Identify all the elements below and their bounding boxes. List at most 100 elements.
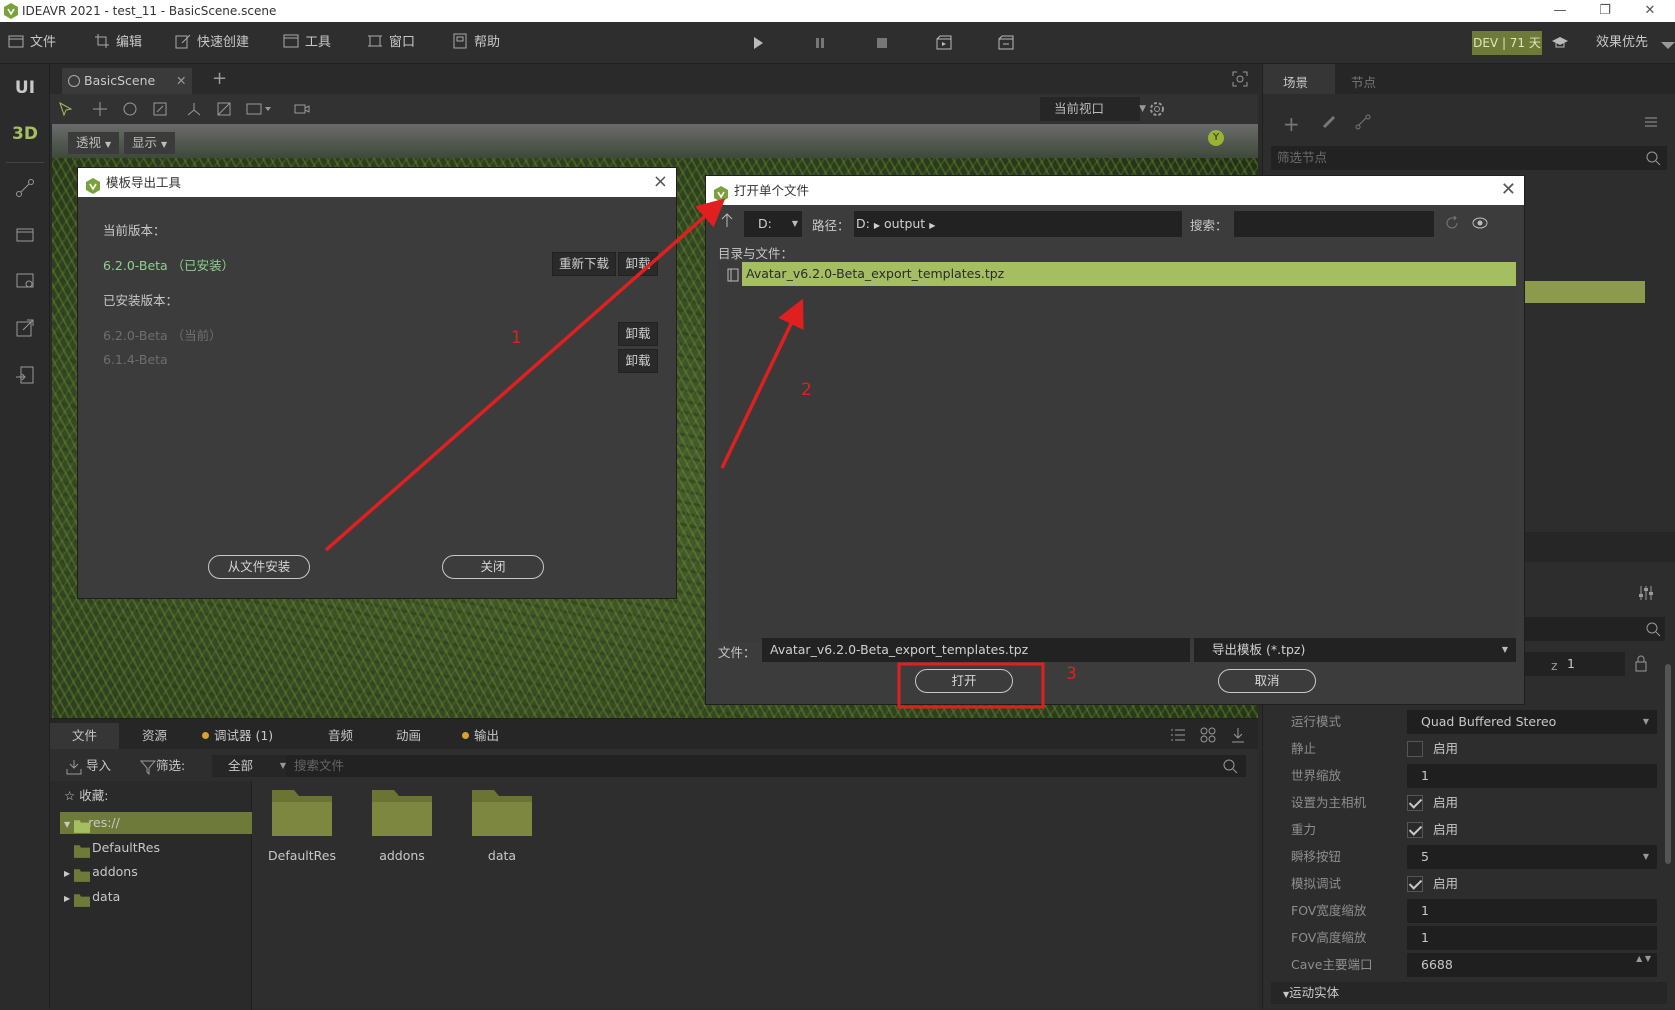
spinner-icon[interactable]: ▲ ▼	[1636, 953, 1651, 964]
menu-file[interactable]: 文件	[8, 33, 56, 53]
viewport-select[interactable]: 当前视口 ▼	[1040, 97, 1146, 121]
node-filter-input[interactable]: 筛选节点	[1271, 146, 1667, 170]
property-input[interactable]: 1	[1407, 764, 1657, 788]
snap-icon[interactable]	[216, 101, 232, 117]
store-icon[interactable]	[15, 224, 35, 244]
drive-select[interactable]: D: ▼	[744, 211, 802, 237]
selected-node-highlight[interactable]	[1525, 281, 1645, 303]
folder-tile-addons[interactable]: addons	[366, 785, 438, 885]
export-icon[interactable]	[15, 318, 35, 338]
select-cursor-icon[interactable]	[58, 101, 74, 117]
add-tab-icon[interactable]: +	[212, 68, 227, 89]
pause-icon[interactable]	[811, 34, 829, 52]
scale-icon[interactable]	[152, 101, 168, 117]
refresh-icon[interactable]	[1444, 215, 1460, 231]
close-icon[interactable]: ×	[653, 168, 668, 196]
property-checkbox[interactable]	[1407, 741, 1423, 757]
tab-resources[interactable]: 资源	[120, 723, 189, 749]
menu-edit[interactable]: 编辑	[94, 33, 142, 53]
tab-animation[interactable]: 动画	[374, 723, 443, 749]
folder-tile-defaultres[interactable]: DefaultRes	[266, 785, 338, 885]
file-type-select[interactable]: 导出模板 (*.tpz) ▼	[1194, 638, 1516, 662]
tab-files[interactable]: 文件	[50, 723, 120, 749]
property-input[interactable]: 1	[1407, 926, 1657, 950]
path-breadcrumb[interactable]: D: ▶ output ▶	[854, 211, 1182, 237]
play-icon[interactable]	[749, 34, 767, 52]
file-list-item-selected[interactable]: Avatar_v6.2.0-Beta_export_templates.tpz	[742, 262, 1516, 286]
file-search-input[interactable]: 搜索文件	[286, 755, 1246, 777]
uninstall-version-button[interactable]: 卸载	[618, 322, 658, 346]
close-tab-icon[interactable]: ✕	[176, 68, 186, 94]
tab-debugger[interactable]: 调试器 (1)	[192, 723, 295, 749]
property-select[interactable]: Quad Buffered Stereo ▼	[1407, 710, 1657, 734]
path-segment[interactable]: output	[884, 216, 925, 231]
restore-icon[interactable]: ❐	[1585, 0, 1625, 22]
menu-window[interactable]: 窗口	[367, 33, 415, 53]
stop-icon[interactable]	[873, 34, 891, 52]
menu-tools[interactable]: 工具	[283, 33, 331, 53]
uninstall-version-button[interactable]: 卸载	[618, 349, 658, 373]
eye-icon[interactable]	[1472, 215, 1488, 231]
open-button[interactable]: 打开	[915, 669, 1013, 693]
property-select[interactable]: 5 ▼	[1407, 845, 1657, 869]
add-node-icon[interactable]: +	[1283, 112, 1300, 136]
tree-item-defaultres[interactable]: DefaultRes	[74, 837, 160, 859]
menu-help[interactable]: 帮助	[452, 33, 500, 53]
inspector-scrollbar[interactable]	[1665, 664, 1671, 864]
tab-node[interactable]: 节点	[1351, 72, 1376, 91]
camera-icon[interactable]	[294, 101, 310, 117]
tree-item-data[interactable]: ▶ data	[64, 886, 120, 910]
path-segment[interactable]: D:	[856, 216, 870, 231]
play-scene-icon[interactable]	[935, 34, 953, 52]
menu-quick-create[interactable]: 快速创建	[175, 33, 249, 53]
download-icon[interactable]	[1230, 727, 1246, 743]
chevron-down-icon[interactable]	[1659, 36, 1675, 54]
node-connect-icon[interactable]	[1355, 114, 1371, 130]
rotate-icon[interactable]	[122, 101, 138, 117]
folder-tile-data[interactable]: data	[466, 785, 538, 885]
gizmo-y-icon[interactable]: Y	[1208, 130, 1224, 146]
menu-lines-icon[interactable]	[1643, 114, 1659, 130]
close-icon[interactable]: ✕	[1501, 176, 1516, 204]
property-filter-input[interactable]	[1525, 617, 1665, 641]
import-icon[interactable]	[15, 365, 35, 385]
position-z-field[interactable]: 1	[1563, 652, 1623, 676]
install-from-file-button[interactable]: 从文件安装	[208, 555, 310, 579]
tab-output[interactable]: 输出	[452, 723, 521, 749]
play-custom-scene-icon[interactable]	[997, 34, 1015, 52]
property-checkbox[interactable]	[1407, 876, 1423, 892]
display-button[interactable]: 显示 ▼	[124, 132, 176, 154]
section-motion-entity[interactable]: ▼运动实体	[1271, 982, 1667, 1004]
quality-mode-select[interactable]: 效果优先	[1596, 33, 1648, 53]
axis-icon[interactable]	[186, 101, 202, 117]
file-name-input[interactable]: Avatar_v6.2.0-Beta_export_templates.tpz	[762, 638, 1190, 662]
tree-item-res[interactable]: ▼ res://	[60, 812, 252, 834]
sliders-icon[interactable]	[1637, 584, 1655, 602]
tab-audio[interactable]: 音频	[306, 723, 375, 749]
import-button[interactable]: 导入	[66, 755, 111, 777]
close-button[interactable]: 关闭	[442, 555, 544, 579]
tab-basic-scene[interactable]: BasicScene ✕	[62, 68, 192, 94]
arrow-up-icon[interactable]	[720, 212, 734, 228]
gear-icon[interactable]	[1148, 100, 1166, 118]
list-view-icon[interactable]	[1170, 727, 1186, 743]
settings-panel-icon[interactable]	[15, 271, 35, 291]
graduation-cap-icon[interactable]	[1551, 34, 1569, 52]
fullscreen-icon[interactable]	[1232, 71, 1248, 87]
property-checkbox[interactable]	[1407, 822, 1423, 838]
tab-scene[interactable]: 场景	[1283, 72, 1308, 91]
link-icon[interactable]	[1321, 114, 1337, 130]
redownload-button[interactable]: 重新下载	[552, 252, 616, 276]
ui-mode-button[interactable]: UI	[0, 78, 50, 98]
node-graph-icon[interactable]	[15, 178, 35, 198]
uninstall-current-button[interactable]: 卸载	[618, 252, 658, 276]
3d-mode-button[interactable]: 3D	[0, 124, 50, 144]
grid-view-icon[interactable]	[1200, 727, 1216, 743]
cancel-button[interactable]: 取消	[1218, 669, 1316, 693]
property-input[interactable]: 6688 ▲ ▼	[1407, 953, 1657, 977]
minimize-icon[interactable]: —	[1540, 0, 1580, 22]
close-window-icon[interactable]: ✕	[1630, 0, 1670, 22]
file-search-input[interactable]	[1234, 211, 1434, 237]
layout-dropdown-icon[interactable]	[246, 101, 272, 117]
property-input[interactable]: 1	[1407, 899, 1657, 923]
